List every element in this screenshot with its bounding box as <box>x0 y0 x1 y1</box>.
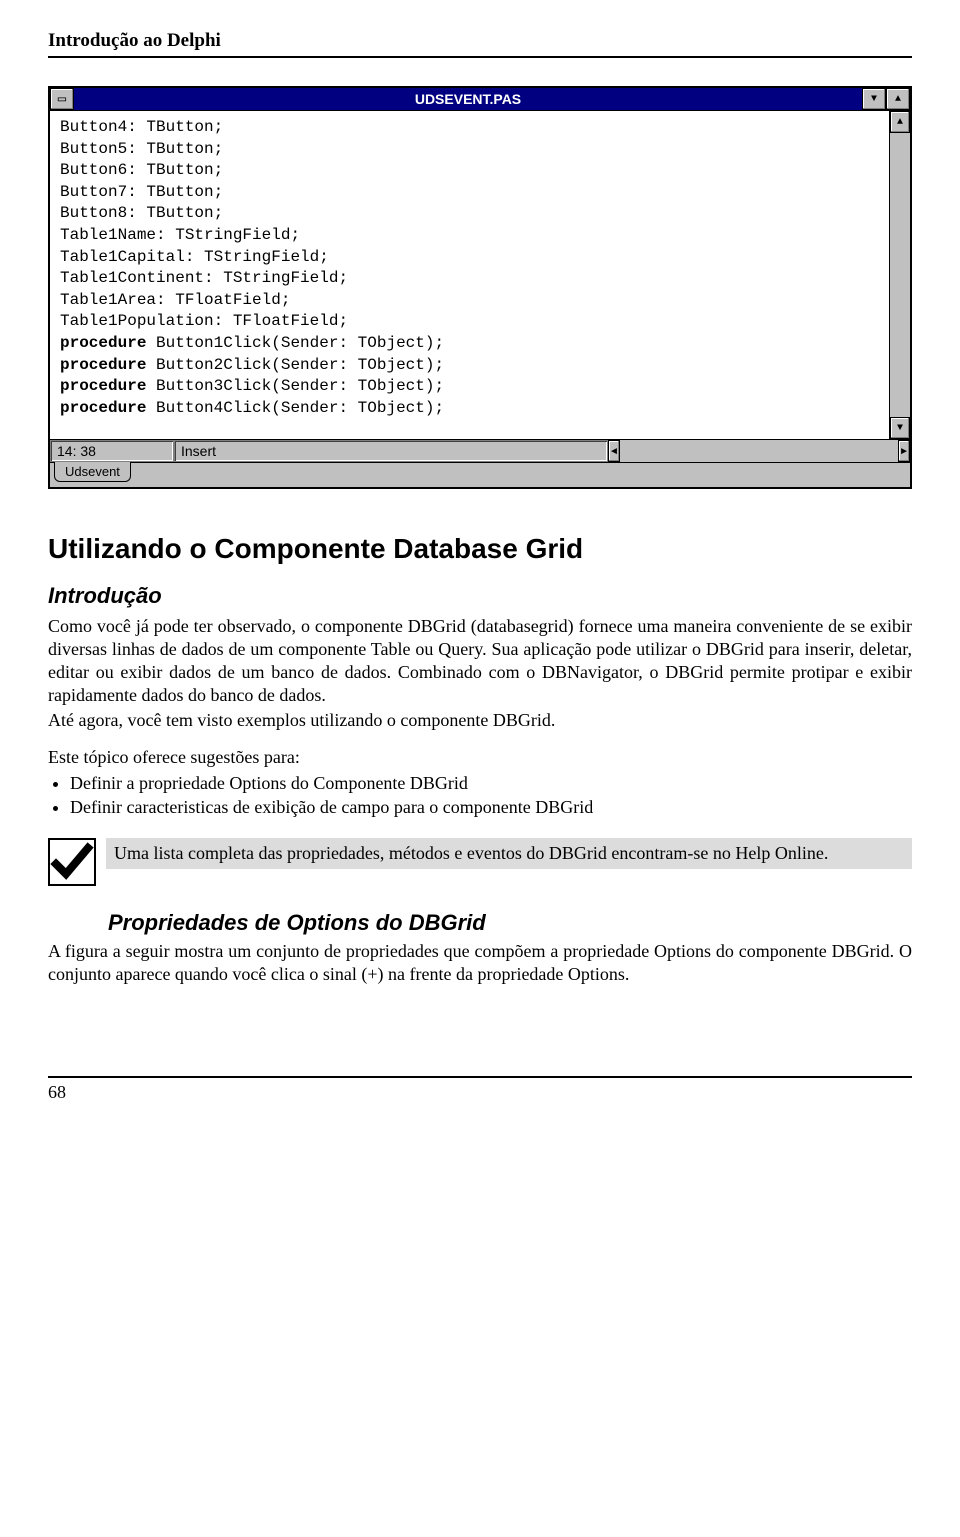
page-number: 68 <box>48 1082 66 1102</box>
scroll-right-icon[interactable]: ► <box>898 440 910 462</box>
code-editor-screenshot: ▭ UDSEVENT.PAS ▼ ▲ Button4: TButton;Butt… <box>48 86 912 489</box>
maximize-button[interactable]: ▲ <box>886 88 910 110</box>
scroll-track[interactable] <box>890 133 910 417</box>
options-paragraph: A figura a seguir mostra um conjunto de … <box>48 940 912 986</box>
editor-mode: Insert <box>174 440 608 462</box>
list-item: Definir caracteristicas de exibição de c… <box>70 795 912 819</box>
page-footer: 68 <box>48 1076 912 1103</box>
scroll-left-icon[interactable]: ◄ <box>608 440 620 462</box>
intro-paragraph-2: Até agora, você tem visto exemplos utili… <box>48 709 912 732</box>
intro-heading: Introdução <box>48 583 912 609</box>
cursor-position: 14: 38 <box>50 440 174 462</box>
list-item: Definir a propriedade Options do Compone… <box>70 771 912 795</box>
minimize-button[interactable]: ▼ <box>862 88 886 110</box>
system-menu-icon[interactable]: ▭ <box>50 88 74 110</box>
suggestions-list: Definir a propriedade Options do Compone… <box>48 771 912 820</box>
intro-paragraph-1: Como você já pode ter observado, o compo… <box>48 615 912 707</box>
tab-bar: Udsevent <box>50 462 910 487</box>
window-titlebar: ▭ UDSEVENT.PAS ▼ ▲ <box>50 88 910 110</box>
scroll-up-icon[interactable]: ▲ <box>890 111 910 133</box>
section-heading: Utilizando o Componente Database Grid <box>48 533 912 565</box>
code-editor[interactable]: Button4: TButton;Button5: TButton;Button… <box>50 111 889 439</box>
note-box: Uma lista completa das propriedades, mét… <box>106 838 912 869</box>
suggestions-lead: Este tópico oferece sugestões para: <box>48 746 912 769</box>
page-header: Introdução ao Delphi <box>48 30 912 58</box>
vertical-scrollbar[interactable]: ▲ ▼ <box>889 111 910 439</box>
options-heading: Propriedades de Options do DBGrid <box>108 910 912 936</box>
checkmark-icon <box>48 838 96 886</box>
window-title: UDSEVENT.PAS <box>74 88 862 110</box>
horizontal-scrollbar[interactable]: ◄ ► <box>608 440 910 462</box>
scroll-down-icon[interactable]: ▼ <box>890 417 910 439</box>
hscroll-track[interactable] <box>620 440 898 462</box>
status-bar: 14: 38 Insert ◄ ► <box>50 439 910 462</box>
file-tab[interactable]: Udsevent <box>54 462 131 482</box>
